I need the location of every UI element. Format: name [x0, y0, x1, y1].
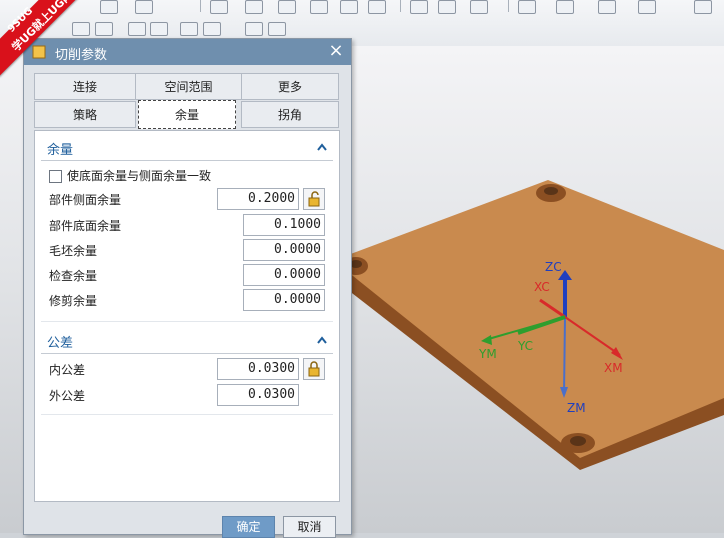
- sketch-icon[interactable]: [340, 0, 358, 14]
- close-icon[interactable]: ×: [327, 42, 345, 60]
- blank-stock-label: 毛坯余量: [49, 244, 98, 258]
- trim-stock-input[interactable]: 0.0000: [243, 289, 325, 311]
- toolbar-separator: [200, 0, 201, 12]
- part-floor-stock-label: 部件底面余量: [49, 219, 122, 233]
- tool-icon[interactable]: [210, 0, 228, 14]
- pattern-icon[interactable]: [368, 0, 386, 14]
- toolbar-separator: [400, 0, 401, 12]
- view-icon[interactable]: [638, 0, 656, 14]
- dialog-title: 切削参数: [55, 48, 108, 63]
- toolbar-separator: [508, 0, 509, 12]
- box-select-icon[interactable]: [203, 22, 221, 36]
- chevron-up-icon[interactable]: [315, 140, 329, 154]
- trim-stock-label: 修剪余量: [49, 294, 98, 308]
- intol-label: 内公差: [49, 363, 86, 377]
- axis-label-xc: XC: [534, 280, 550, 294]
- tab-strip: 连接 空间范围 更多 策略 余量 拐角: [34, 73, 339, 130]
- info-icon[interactable]: [135, 0, 153, 14]
- axis-label-xm: XM: [604, 361, 623, 375]
- same-floor-side-label: 使底面余量与侧面余量一致: [67, 169, 212, 183]
- point-icon[interactable]: [95, 22, 113, 36]
- axis-label-zm: ZM: [567, 401, 586, 415]
- tolerance-section-title: 公差: [47, 336, 74, 351]
- select-icon[interactable]: [556, 0, 574, 14]
- magnet-icon[interactable]: [72, 22, 90, 36]
- dialog-titlebar[interactable]: 切削参数 ×: [24, 39, 351, 65]
- intol-input[interactable]: 0.0300: [217, 358, 299, 380]
- chevron-up-icon[interactable]: [315, 333, 329, 347]
- tab-strategy[interactable]: 策略: [34, 101, 136, 128]
- check-stock-label: 检查余量: [49, 269, 98, 283]
- part-side-stock-input[interactable]: 0.2000: [217, 188, 299, 210]
- circle-icon[interactable]: [180, 22, 198, 36]
- curve-icon[interactable]: [518, 0, 536, 14]
- section-divider: [41, 414, 333, 415]
- check-stock-input[interactable]: 0.0000: [243, 264, 325, 286]
- ok-button[interactable]: 确定: [222, 516, 275, 538]
- part-floor-stock-input[interactable]: 0.1000: [243, 214, 325, 236]
- move-icon[interactable]: [598, 0, 616, 14]
- tab-corner[interactable]: 拐角: [241, 101, 339, 128]
- clock-icon[interactable]: [470, 0, 488, 14]
- table-icon[interactable]: [438, 0, 456, 14]
- cube-icon[interactable]: [268, 22, 286, 36]
- snap-icon[interactable]: [694, 0, 712, 14]
- zm-axis: [563, 316, 566, 396]
- section-divider: [41, 160, 333, 161]
- hole: [544, 187, 558, 195]
- cut-parameters-dialog: 切削参数 × 连接 空间范围 更多 策略 余量 拐角 余量 使底面余量与侧面余量…: [23, 38, 352, 538]
- outtol-label: 外公差: [49, 389, 86, 403]
- copy-icon[interactable]: [150, 22, 168, 36]
- lock-open-icon[interactable]: [303, 188, 325, 210]
- layer-icon[interactable]: [410, 0, 428, 14]
- axis-label-yc: YC: [517, 339, 533, 353]
- feature-icon[interactable]: [310, 0, 328, 14]
- solid-icon[interactable]: [245, 22, 263, 36]
- undo-icon[interactable]: [245, 0, 263, 14]
- stock-section-title: 余量: [47, 143, 74, 158]
- section-divider: [41, 353, 333, 354]
- cut-icon[interactable]: [278, 0, 296, 14]
- tab-connect[interactable]: 连接: [34, 73, 136, 100]
- axis-label-zc: ZC: [545, 260, 562, 274]
- axis-label-ym: YM: [478, 347, 497, 361]
- tab-space-range[interactable]: 空间范围: [135, 73, 242, 100]
- tab-panel: 余量 使底面余量与侧面余量一致 部件侧面余量 0.2000 部件底面余量 0.1…: [34, 130, 340, 502]
- section-divider: [41, 321, 333, 322]
- blank-stock-input[interactable]: 0.0000: [243, 239, 325, 261]
- delete-icon[interactable]: [100, 0, 118, 14]
- tab-more[interactable]: 更多: [241, 73, 339, 100]
- outtol-input[interactable]: 0.0300: [217, 384, 299, 406]
- lock-closed-icon[interactable]: [303, 358, 325, 380]
- dialog-icon: [32, 45, 46, 59]
- part-side-stock-label: 部件侧面余量: [49, 193, 122, 207]
- cancel-button[interactable]: 取消: [283, 516, 336, 538]
- transform-icon[interactable]: [128, 22, 146, 36]
- tab-stock[interactable]: 余量: [138, 100, 236, 129]
- hole: [570, 436, 586, 446]
- same-floor-side-checkbox[interactable]: [49, 170, 62, 183]
